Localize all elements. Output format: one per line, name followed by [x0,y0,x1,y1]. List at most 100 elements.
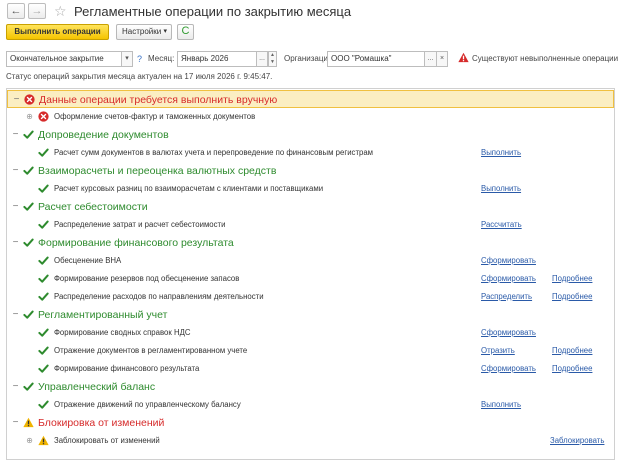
operation-action-link[interactable]: Сформировать [481,324,536,342]
close-icon: × [439,55,445,62]
chevron-down-icon: ▾ [125,55,129,62]
operations-tree: − Данные операции требуется выполнить вру… [6,88,615,460]
operation-action-link[interactable]: Сформировать [481,270,536,288]
operation-item[interactable]: Формирование финансового результата Сформ… [7,360,614,378]
operation-action-link[interactable]: Сформировать [481,252,536,270]
operation-action-link[interactable]: Рассчитать [481,216,522,234]
checkmark-icon [38,400,49,409]
operation-title: Отражение движений по управленческому ба… [54,400,241,409]
checkmark-icon [23,202,34,211]
operation-details-link[interactable]: Подробнее [552,288,592,306]
collapse-icon[interactable]: − [11,418,20,428]
back-button[interactable]: ← [7,3,25,19]
warning-icon [23,417,34,428]
ellipsis-icon: ... [427,55,434,62]
operation-group[interactable]: − Управленческий баланс [7,378,614,396]
error-icon [38,111,49,122]
operation-item[interactable]: Отражение документов в регламентированно… [7,342,614,360]
collapse-icon[interactable]: − [11,310,20,320]
operation-action-link[interactable]: Отразить [481,342,515,360]
expand-icon[interactable]: ⊕ [25,112,34,121]
operation-item[interactable]: ⊕ Заблокировать от изменений Заблокировать [7,432,614,450]
collapse-icon[interactable]: − [11,130,20,140]
collapse-icon[interactable]: − [11,382,20,392]
settings-button[interactable]: Настройки ▾ [116,24,172,40]
checkmark-icon [38,364,49,373]
operation-action-link[interactable]: Выполнить [481,144,521,162]
operation-group[interactable]: − Формирование финансового результата [7,234,614,252]
operation-group[interactable]: − Взаиморасчеты и переоценка валютных сре… [7,162,614,180]
group-title: Данные операции требуется выполнить вруч… [39,94,278,106]
warning-icon [458,52,469,63]
operation-action-link[interactable]: Выполнить [481,396,521,414]
operation-title: Отражение документов в регламентированно… [54,346,248,355]
spin-up-icon[interactable]: ▲ [269,52,276,59]
collapse-icon[interactable]: − [11,238,20,248]
operation-item[interactable]: Расчет курсовых разниц по взаиморасчетам… [7,180,614,198]
title-bar: ← → ☆ Регламентные операции по закрытию … [0,0,624,24]
checkmark-icon [23,238,34,247]
group-title: Допроведение документов [38,129,169,141]
operation-group[interactable]: − Блокировка от изменений [7,414,614,432]
closing-type-dropdown-button[interactable]: ▾ [121,51,133,67]
checkmark-icon [23,130,34,139]
operation-details-link[interactable]: Подробнее [552,270,592,288]
checkmark-icon [38,256,49,265]
operation-group[interactable]: − Регламентированный учет [7,306,614,324]
month-picker-button[interactable]: ... [256,51,268,67]
organization-input[interactable]: ООО "Ромашка" [327,51,425,67]
operation-title: Формирование финансового результата [54,364,200,373]
error-icon [24,94,35,105]
checkmark-icon [38,292,49,301]
spin-down-icon[interactable]: ▼ [269,59,276,66]
operation-details-link[interactable]: Подробнее [552,360,592,378]
group-title: Управленческий баланс [38,381,156,393]
month-label: Месяц: [148,54,175,63]
operation-item[interactable]: Обесценение ВНА Сформировать [7,252,614,270]
unfinished-operations-warning: Существуют невыполненные операции [472,54,619,63]
collapse-icon[interactable]: − [11,202,20,212]
organization-clear-button[interactable]: × [436,51,448,67]
operation-item[interactable]: Распределение расходов по направлениям д… [7,288,614,306]
operation-title: Оформление счетов-фактур и таможенных до… [54,112,256,121]
operation-action-link[interactable]: Сформировать [481,360,536,378]
ellipsis-icon: ... [259,55,265,62]
month-input[interactable]: Январь 2026 [177,51,257,67]
refresh-icon: C [181,25,190,37]
operation-action-link[interactable]: Распределить [481,288,532,306]
month-spinner[interactable]: ▲ ▼ [268,51,277,67]
expand-icon[interactable]: ⊕ [25,436,34,445]
operation-details-link[interactable]: Подробнее [552,342,592,360]
operation-action-link[interactable]: Выполнить [481,180,521,198]
favorite-star-icon[interactable]: ☆ [54,2,67,20]
page-title: Регламентные операции по закрытию месяца [74,4,352,19]
group-title: Регламентированный учет [38,309,168,321]
block-changes-link[interactable]: Заблокировать [550,432,604,450]
operation-group[interactable]: − Данные операции требуется выполнить вру… [7,90,614,108]
closing-type-select[interactable]: Окончательное закрытие [6,51,122,67]
operation-group[interactable]: − Расчет себестоимости [7,198,614,216]
help-icon[interactable]: ? [137,52,142,66]
arrow-left-icon: ← [10,5,22,17]
collapse-icon[interactable]: − [11,166,20,176]
refresh-button[interactable]: C [177,24,194,40]
group-title: Расчет себестоимости [38,201,148,213]
operation-title: Заблокировать от изменений [54,436,160,445]
operation-item[interactable]: Отражение движений по управленческому ба… [7,396,614,414]
operation-item[interactable]: ⊕ Оформление счетов-фактур и таможенных д… [7,108,614,126]
operation-item[interactable]: Формирование сводных справок НДС Сформиро… [7,324,614,342]
operation-group[interactable]: − Допроведение документов [7,126,614,144]
operation-item[interactable]: Формирование резервов под обесценение за… [7,270,614,288]
run-operations-button[interactable]: Выполнить операции [6,24,109,40]
operation-title: Расчет курсовых разниц по взаиморасчетам… [54,184,324,193]
operation-item[interactable]: Расчет сумм документов в валютах учета и… [7,144,614,162]
checkmark-icon [38,328,49,337]
collapse-icon[interactable]: − [12,95,21,105]
forward-button[interactable]: → [28,3,46,19]
checkmark-icon [38,148,49,157]
operation-title: Обесценение ВНА [54,256,122,265]
caret-down-icon: ▾ [163,28,167,35]
group-title: Формирование финансового результата [38,237,234,249]
operation-item[interactable]: Распределение затрат и расчет себестоимо… [7,216,614,234]
group-title: Блокировка от изменений [38,417,165,429]
